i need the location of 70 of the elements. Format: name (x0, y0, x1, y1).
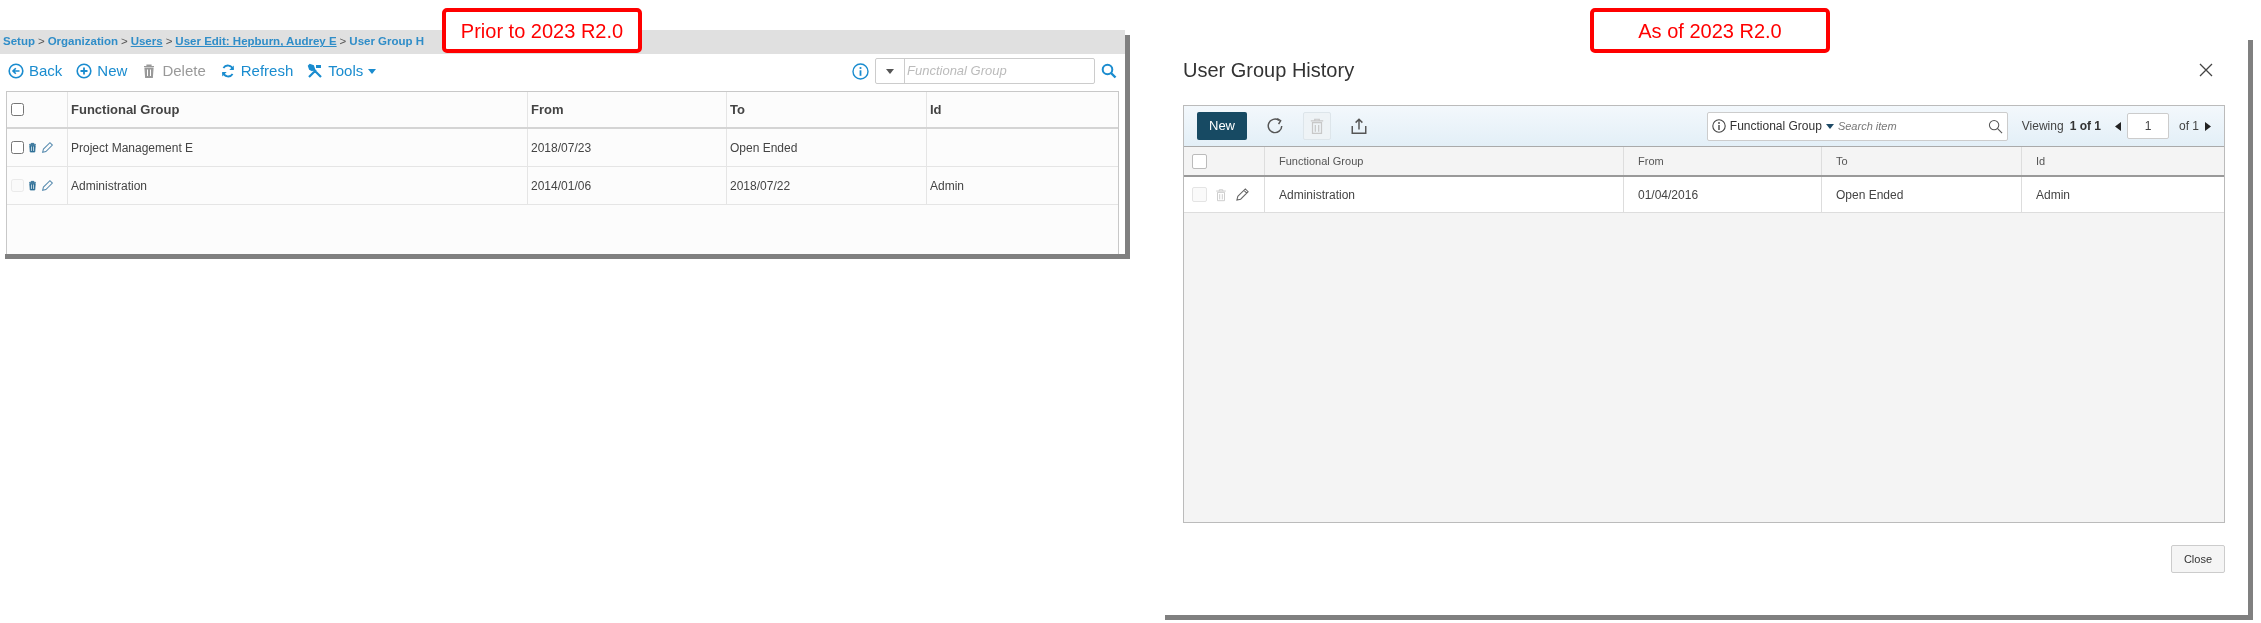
viewing-count: 1 of 1 (2069, 118, 2101, 135)
trash-icon[interactable] (27, 141, 38, 154)
next-page-icon[interactable] (2205, 121, 2211, 131)
page-total: of 1 (2179, 118, 2199, 135)
close-button[interactable]: Close (2170, 545, 2225, 573)
toolbar-button[interactable]: Tools (307, 59, 377, 83)
column-header: Functional Group (1265, 147, 1624, 175)
column-header: From (528, 92, 727, 127)
column-header: Id (2035, 153, 2047, 169)
tools-icon (307, 63, 324, 79)
breadcrumb-separator: > (120, 34, 128, 50)
row-checkbox[interactable] (11, 141, 24, 154)
annotation-label: Prior to 2023 R2.0 (442, 8, 642, 53)
pencil-icon[interactable] (41, 179, 54, 192)
search-field[interactable]: Functional Group Search item (1706, 111, 2008, 141)
table-cell: 01/04/2016 (1624, 177, 1822, 212)
toolbar-button[interactable]: Refresh (219, 59, 294, 83)
table-cell: Project Management E (68, 129, 528, 166)
breadcrumb-separator: > (339, 34, 347, 50)
breadcrumb-item: Organization (47, 34, 118, 50)
trash-icon[interactable] (27, 179, 38, 192)
toolbar-button[interactable]: New (76, 59, 128, 83)
table-cell: 2014/01/06 (528, 167, 727, 204)
caret-icon (1825, 123, 1834, 129)
table-cell: Open Ended (727, 129, 927, 166)
column-header: To (1822, 147, 2022, 175)
page-field[interactable]: 1 (2127, 113, 2169, 139)
search-input[interactable]: Search item (1837, 117, 1984, 135)
select-all-checkbox[interactable] (1192, 153, 1207, 169)
viewing-label: Viewing (2021, 118, 2064, 135)
column-header: To (727, 92, 927, 127)
annotation-label: As of 2023 R2.0 (1590, 8, 1830, 53)
info-icon[interactable] (852, 62, 869, 80)
breadcrumb-separator: > (165, 34, 173, 50)
table-cell: 2018/07/22 (727, 167, 927, 204)
column-header: Functional Group (68, 92, 528, 127)
close-icon[interactable] (2199, 63, 2213, 77)
table-cell: Administration (68, 167, 528, 204)
table-cell-text: Admin (2035, 186, 2071, 204)
export-icon (1350, 117, 1368, 135)
table-cell-text: Admin (929, 177, 965, 195)
plus-circle-icon (76, 63, 93, 79)
breadcrumb-link[interactable]: User Edit: Hepburn, Audrey E (175, 33, 337, 51)
breadcrumb-link[interactable]: Users (130, 33, 163, 51)
toolbar-button[interactable]: Back (8, 59, 63, 83)
refresh-icon (219, 63, 236, 79)
dialog-title: User Group History (1183, 58, 1355, 83)
previous-page-icon[interactable] (2115, 121, 2121, 131)
trash-icon (1308, 117, 1326, 135)
column-header: Id (929, 100, 943, 119)
pencil-icon[interactable] (1235, 187, 1250, 202)
table-cell: Open Ended (1822, 177, 2022, 212)
caret-icon (368, 68, 377, 74)
refresh-icon (1266, 117, 1284, 135)
table-cell: 2018/07/23 (528, 129, 727, 166)
pencil-icon[interactable] (41, 141, 54, 154)
info-icon[interactable] (1711, 119, 1726, 133)
search-icon[interactable] (1987, 118, 2003, 134)
breadcrumb-item: User Group H (349, 34, 425, 50)
new-button[interactable]: New (1197, 112, 1247, 140)
search-icon[interactable] (1101, 63, 1117, 79)
search-input[interactable]: Functional Group (905, 59, 1094, 83)
field-dropdown[interactable]: Functional Group (1729, 117, 1834, 135)
select-all-checkbox[interactable] (11, 103, 24, 116)
search-field[interactable]: Functional Group (875, 58, 1095, 84)
table-cell: Administration (1265, 177, 1624, 212)
caret-icon (886, 68, 894, 74)
breadcrumb-separator: > (37, 34, 45, 50)
breadcrumb-item: Setup (3, 34, 35, 50)
column-header: From (1624, 147, 1822, 175)
